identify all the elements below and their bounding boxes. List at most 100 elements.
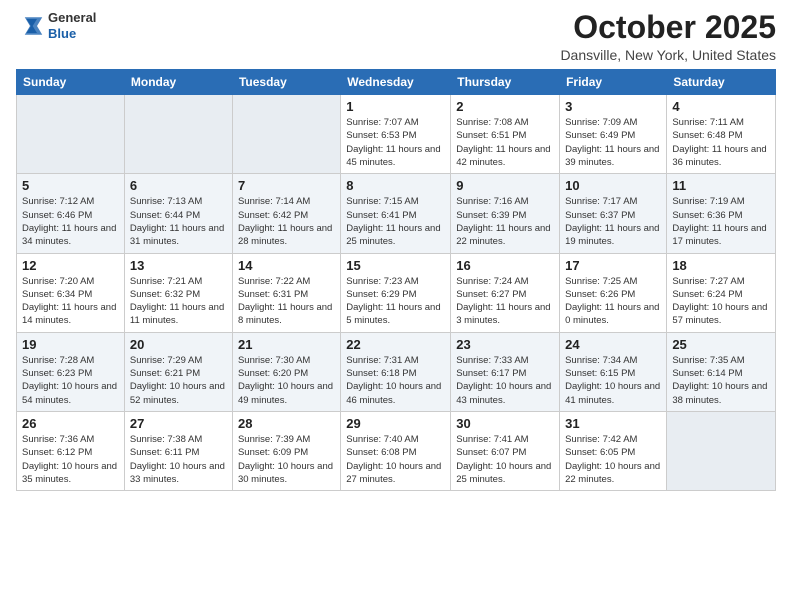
day-header-sunday: Sunday (17, 70, 125, 95)
calendar-cell: 27 Sunrise: 7:38 AMSunset: 6:11 PMDayligh… (124, 411, 232, 490)
day-header-monday: Monday (124, 70, 232, 95)
day-number: 22 (346, 337, 445, 352)
day-number: 26 (22, 416, 119, 431)
day-info: Sunrise: 7:40 AMSunset: 6:08 PMDaylight:… (346, 433, 445, 486)
day-info: Sunrise: 7:09 AMSunset: 6:49 PMDaylight:… (565, 116, 661, 169)
title-block: October 2025 Dansville, New York, United… (560, 10, 776, 63)
calendar-cell: 20Sunrise: 7:29 AMSunset: 6:21 PMDayligh… (124, 332, 232, 411)
day-number: 16 (456, 258, 554, 273)
logo-general: General (48, 10, 96, 25)
day-info: Sunrise: 7:35 AMSunset: 6:14 PMDaylight:… (672, 354, 770, 407)
day-info: Sunrise: 7:11 AMSunset: 6:48 PMDaylight:… (672, 116, 770, 169)
calendar-cell: 11 Sunrise: 7:19 AMSunset: 6:36 PMDayligh… (667, 174, 776, 253)
calendar-cell: 8 Sunrise: 7:15 AMSunset: 6:41 PMDaylight… (341, 174, 451, 253)
day-info: Sunrise: 7:21 AMSunset: 6:32 PMDaylight:… (130, 275, 227, 328)
day-number: 28 (238, 416, 335, 431)
day-info: Sunrise: 7:08 AMSunset: 6:51 PMDaylight:… (456, 116, 554, 169)
calendar-header-row: SundayMondayTuesdayWednesdayThursdayFrid… (17, 70, 776, 95)
day-info: Sunrise: 7:30 AMSunset: 6:20 PMDaylight:… (238, 354, 335, 407)
day-number: 25 (672, 337, 770, 352)
title-location: Dansville, New York, United States (560, 47, 776, 63)
day-header-thursday: Thursday (451, 70, 560, 95)
calendar-cell: 3 Sunrise: 7:09 AMSunset: 6:49 PMDaylight… (560, 95, 667, 174)
calendar-cell: 30Sunrise: 7:41 AMSunset: 6:07 PMDayligh… (451, 411, 560, 490)
day-number: 24 (565, 337, 661, 352)
calendar-cell: 9 Sunrise: 7:16 AMSunset: 6:39 PMDaylight… (451, 174, 560, 253)
calendar-cell: 28 Sunrise: 7:39 AMSunset: 6:09 PMDayligh… (232, 411, 340, 490)
day-number: 27 (130, 416, 227, 431)
logo-blue: Blue (48, 26, 76, 41)
week-row-5: 26 Sunrise: 7:36 AMSunset: 6:12 PMDayligh… (17, 411, 776, 490)
calendar: SundayMondayTuesdayWednesdayThursdayFrid… (16, 69, 776, 491)
day-info: Sunrise: 7:25 AMSunset: 6:26 PMDaylight:… (565, 275, 661, 328)
header: General Blue October 2025 Dansville, New… (16, 10, 776, 63)
title-month: October 2025 (560, 10, 776, 45)
day-info: Sunrise: 7:27 AMSunset: 6:24 PMDaylight:… (672, 275, 770, 328)
day-info: Sunrise: 7:20 AMSunset: 6:34 PMDaylight:… (22, 275, 119, 328)
calendar-cell: 10Sunrise: 7:17 AMSunset: 6:37 PMDayligh… (560, 174, 667, 253)
calendar-cell: 31 Sunrise: 7:42 AMSunset: 6:05 PMDayligh… (560, 411, 667, 490)
logo-icon (16, 12, 44, 40)
calendar-cell: 6 Sunrise: 7:13 AMSunset: 6:44 PMDaylight… (124, 174, 232, 253)
day-number: 12 (22, 258, 119, 273)
day-info: Sunrise: 7:31 AMSunset: 6:18 PMDaylight:… (346, 354, 445, 407)
day-info: Sunrise: 7:39 AMSunset: 6:09 PMDaylight:… (238, 433, 335, 486)
day-number: 18 (672, 258, 770, 273)
day-header-saturday: Saturday (667, 70, 776, 95)
day-number: 6 (130, 178, 227, 193)
day-number: 19 (22, 337, 119, 352)
calendar-cell: 15 Sunrise: 7:23 AMSunset: 6:29 PMDayligh… (341, 253, 451, 332)
calendar-cell: 1Sunrise: 7:07 AMSunset: 6:53 PMDaylight… (341, 95, 451, 174)
day-number: 23 (456, 337, 554, 352)
page: { "logo": { "general": "General", "blue"… (0, 0, 792, 612)
day-info: Sunrise: 7:13 AMSunset: 6:44 PMDaylight:… (130, 195, 227, 248)
calendar-cell: 23 Sunrise: 7:33 AMSunset: 6:17 PMDayligh… (451, 332, 560, 411)
day-number: 30 (456, 416, 554, 431)
day-info: Sunrise: 7:38 AMSunset: 6:11 PMDaylight:… (130, 433, 227, 486)
week-row-3: 12 Sunrise: 7:20 AMSunset: 6:34 PMDayligh… (17, 253, 776, 332)
calendar-cell: 18 Sunrise: 7:27 AMSunset: 6:24 PMDayligh… (667, 253, 776, 332)
calendar-cell: 2 Sunrise: 7:08 AMSunset: 6:51 PMDaylight… (451, 95, 560, 174)
calendar-cell: 29 Sunrise: 7:40 AMSunset: 6:08 PMDayligh… (341, 411, 451, 490)
calendar-cell: 19 Sunrise: 7:28 AMSunset: 6:23 PMDayligh… (17, 332, 125, 411)
calendar-cell: 14Sunrise: 7:22 AMSunset: 6:31 PMDayligh… (232, 253, 340, 332)
logo: General Blue (16, 10, 96, 41)
week-row-4: 19 Sunrise: 7:28 AMSunset: 6:23 PMDayligh… (17, 332, 776, 411)
day-number: 7 (238, 178, 335, 193)
day-number: 31 (565, 416, 661, 431)
day-info: Sunrise: 7:33 AMSunset: 6:17 PMDaylight:… (456, 354, 554, 407)
day-number: 14 (238, 258, 335, 273)
day-info: Sunrise: 7:19 AMSunset: 6:36 PMDaylight:… (672, 195, 770, 248)
day-info: Sunrise: 7:42 AMSunset: 6:05 PMDaylight:… (565, 433, 661, 486)
day-number: 8 (346, 178, 445, 193)
day-number: 2 (456, 99, 554, 114)
calendar-cell (17, 95, 125, 174)
day-info: Sunrise: 7:16 AMSunset: 6:39 PMDaylight:… (456, 195, 554, 248)
day-info: Sunrise: 7:34 AMSunset: 6:15 PMDaylight:… (565, 354, 661, 407)
day-number: 13 (130, 258, 227, 273)
day-info: Sunrise: 7:15 AMSunset: 6:41 PMDaylight:… (346, 195, 445, 248)
day-info: Sunrise: 7:28 AMSunset: 6:23 PMDaylight:… (22, 354, 119, 407)
day-number: 20 (130, 337, 227, 352)
day-info: Sunrise: 7:17 AMSunset: 6:37 PMDaylight:… (565, 195, 661, 248)
calendar-cell: 16 Sunrise: 7:24 AMSunset: 6:27 PMDayligh… (451, 253, 560, 332)
calendar-cell: 12 Sunrise: 7:20 AMSunset: 6:34 PMDayligh… (17, 253, 125, 332)
calendar-cell: 26 Sunrise: 7:36 AMSunset: 6:12 PMDayligh… (17, 411, 125, 490)
day-number: 1 (346, 99, 445, 114)
calendar-cell (232, 95, 340, 174)
calendar-cell: 17 Sunrise: 7:25 AMSunset: 6:26 PMDayligh… (560, 253, 667, 332)
day-number: 9 (456, 178, 554, 193)
logo-text: General Blue (48, 10, 96, 41)
day-info: Sunrise: 7:23 AMSunset: 6:29 PMDaylight:… (346, 275, 445, 328)
calendar-cell: 24 Sunrise: 7:34 AMSunset: 6:15 PMDayligh… (560, 332, 667, 411)
calendar-cell: 21Sunrise: 7:30 AMSunset: 6:20 PMDayligh… (232, 332, 340, 411)
day-number: 11 (672, 178, 770, 193)
day-number: 17 (565, 258, 661, 273)
day-number: 15 (346, 258, 445, 273)
day-number: 29 (346, 416, 445, 431)
day-info: Sunrise: 7:24 AMSunset: 6:27 PMDaylight:… (456, 275, 554, 328)
day-number: 3 (565, 99, 661, 114)
day-info: Sunrise: 7:14 AMSunset: 6:42 PMDaylight:… (238, 195, 335, 248)
day-info: Sunrise: 7:36 AMSunset: 6:12 PMDaylight:… (22, 433, 119, 486)
day-header-wednesday: Wednesday (341, 70, 451, 95)
